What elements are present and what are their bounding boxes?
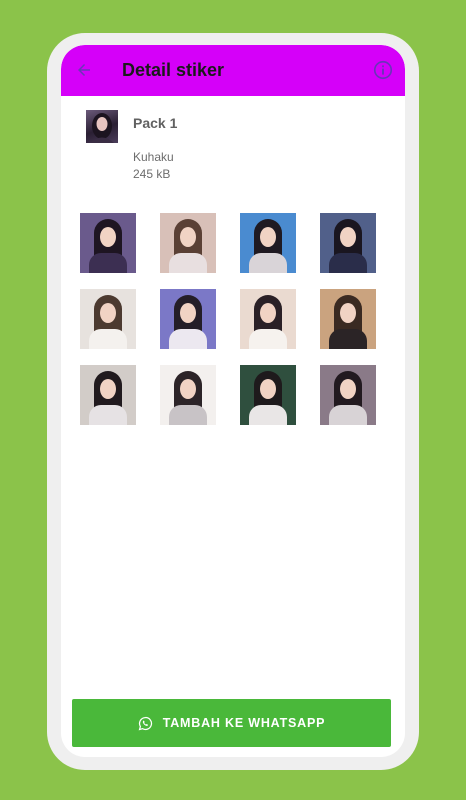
sticker-grid <box>80 213 380 425</box>
info-icon <box>373 60 393 80</box>
sticker-body <box>249 405 287 425</box>
sticker-face <box>180 303 196 323</box>
sticker-item[interactable] <box>160 213 216 273</box>
sticker-body <box>169 253 207 273</box>
sticker-item[interactable] <box>80 213 136 273</box>
sticker-item[interactable] <box>160 289 216 349</box>
sticker-face <box>260 227 276 247</box>
sticker-face <box>340 303 356 323</box>
pack-author: Kuhaku <box>133 150 174 164</box>
sticker-face <box>180 227 196 247</box>
sticker-body <box>329 405 367 425</box>
sticker-item[interactable] <box>240 289 296 349</box>
sticker-body <box>169 405 207 425</box>
sticker-face <box>100 303 116 323</box>
sticker-item[interactable] <box>160 365 216 425</box>
sticker-face <box>340 227 356 247</box>
sticker-body <box>249 329 287 349</box>
sticker-item[interactable] <box>80 289 136 349</box>
page-title: Detail stiker <box>122 60 225 80</box>
sticker-face <box>100 379 116 399</box>
sticker-body <box>89 329 127 349</box>
add-to-whatsapp-label: TAMBAH KE WHATSAPP <box>162 716 326 730</box>
sticker-body <box>169 329 207 349</box>
sticker-face <box>180 379 196 399</box>
add-to-whatsapp-button[interactable]: TAMBAH KE WHATSAPP <box>72 699 391 747</box>
sticker-body <box>89 253 127 273</box>
sticker-body <box>89 405 127 425</box>
whatsapp-icon <box>138 716 153 731</box>
pack-size: 245 kB <box>133 167 171 181</box>
info-button[interactable] <box>371 58 395 82</box>
sticker-face <box>340 379 356 399</box>
sticker-face <box>260 303 276 323</box>
pack-name: Pack 1 <box>133 115 178 131</box>
sticker-item[interactable] <box>80 365 136 425</box>
sticker-body <box>329 329 367 349</box>
app-screen: Detail stiker Pack 1 Kuhaku 245 kB TAMBA… <box>61 45 405 757</box>
sticker-item[interactable] <box>320 213 376 273</box>
pack-thumbnail <box>86 110 118 143</box>
sticker-body <box>329 253 367 273</box>
sticker-item[interactable] <box>320 289 376 349</box>
sticker-item[interactable] <box>240 365 296 425</box>
back-button[interactable] <box>71 57 97 83</box>
sticker-item[interactable] <box>320 365 376 425</box>
sticker-face <box>100 227 116 247</box>
arrow-left-icon <box>78 64 90 76</box>
sticker-body <box>249 253 287 273</box>
app-bar: Detail stiker <box>61 45 405 96</box>
sticker-item[interactable] <box>240 213 296 273</box>
sticker-face <box>260 379 276 399</box>
